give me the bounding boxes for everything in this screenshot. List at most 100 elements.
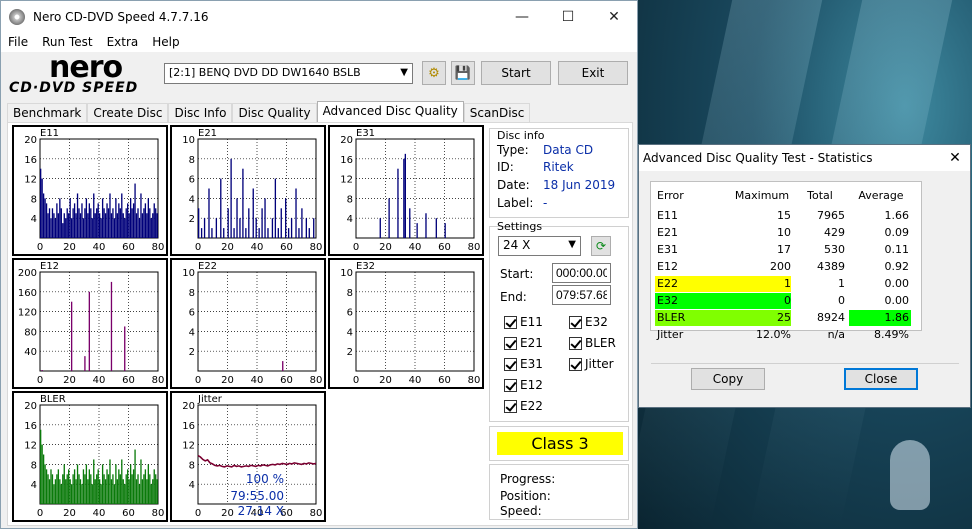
settings-heading: Settings bbox=[497, 220, 543, 233]
nero-logo: nero CD·DVD SPEED bbox=[9, 50, 159, 98]
bar bbox=[82, 218, 85, 238]
x-tick-label: 60 bbox=[122, 375, 135, 386]
menu-help[interactable]: Help bbox=[145, 35, 186, 49]
desktop-figure bbox=[890, 440, 930, 510]
maximize-button[interactable]: ☐ bbox=[545, 1, 591, 32]
bar bbox=[41, 370, 43, 371]
chart-plot: 2 4 6 8 10 0 20 40 60 80 bbox=[182, 135, 323, 253]
y-tick-label: 4 bbox=[189, 194, 195, 205]
y-tick-label: 10 bbox=[182, 135, 195, 146]
refresh-speed-button[interactable]: ⟳ bbox=[591, 236, 611, 256]
bar bbox=[308, 228, 310, 238]
bar bbox=[66, 208, 68, 238]
bar bbox=[76, 464, 79, 504]
bar bbox=[115, 464, 117, 504]
statistics-header-row: Error Maximum Total Average bbox=[651, 188, 913, 204]
bar bbox=[282, 361, 284, 371]
checkbox-jitter[interactable]: Jitter bbox=[569, 357, 614, 371]
bar bbox=[45, 203, 48, 238]
chevron-down-icon: ▼ bbox=[400, 67, 408, 78]
tab-disc-quality[interactable]: Disc Quality bbox=[232, 103, 317, 123]
disc-date-value: 18 Jun 2019 bbox=[543, 178, 616, 192]
checkbox-e11[interactable]: E11 bbox=[504, 315, 543, 329]
start-field[interactable] bbox=[552, 263, 611, 283]
bar bbox=[153, 203, 155, 238]
x-tick-label: 20 bbox=[221, 242, 234, 253]
column-header: Average bbox=[858, 189, 904, 202]
menu-file[interactable]: File bbox=[1, 35, 35, 49]
x-tick-label: 20 bbox=[63, 508, 76, 519]
statistics-row: E22 1 1 0.00 bbox=[651, 276, 913, 292]
bar bbox=[211, 228, 213, 238]
bar bbox=[198, 208, 200, 238]
bar bbox=[66, 474, 68, 504]
y-tick-label: 4 bbox=[347, 214, 353, 225]
bar bbox=[127, 203, 129, 238]
disc-type-label: Type: bbox=[497, 143, 529, 157]
bar bbox=[70, 301, 73, 371]
drive-info-button[interactable]: ⚙ bbox=[422, 61, 446, 85]
statistics-cell-name: E22 bbox=[657, 277, 678, 290]
bar bbox=[50, 218, 52, 238]
start-button[interactable]: Start bbox=[481, 61, 551, 85]
bar bbox=[132, 469, 135, 504]
dialog-close-icon[interactable]: ✕ bbox=[940, 150, 970, 166]
checkbox-e22[interactable]: E22 bbox=[504, 399, 543, 413]
bar bbox=[298, 228, 300, 238]
checkbox-e12[interactable]: E12 bbox=[504, 378, 543, 392]
bar bbox=[223, 228, 225, 238]
checkbox-label: E32 bbox=[585, 315, 608, 329]
copy-button[interactable]: Copy bbox=[691, 368, 765, 390]
statistics-cell-total: 429 bbox=[824, 226, 845, 239]
bar bbox=[295, 188, 297, 238]
drive-select[interactable]: [2:1] BENQ DVD DD DW1640 BSLB ▼ bbox=[164, 63, 413, 84]
minimize-button[interactable]: — bbox=[499, 1, 545, 32]
tab-benchmark[interactable]: Benchmark bbox=[7, 103, 88, 123]
bar bbox=[88, 291, 91, 371]
save-button[interactable]: 💾 bbox=[451, 61, 475, 85]
bar bbox=[100, 484, 102, 504]
bar bbox=[97, 469, 99, 504]
statistics-cell-avg: 0.09 bbox=[884, 226, 910, 239]
tab-disc-info[interactable]: Disc Info bbox=[168, 103, 233, 123]
bar bbox=[280, 208, 282, 238]
refresh-icon: ⟳ bbox=[595, 239, 607, 253]
title-bar: Nero CD-DVD Speed 4.7.7.16 — ☐ ✕ bbox=[1, 1, 637, 32]
bar bbox=[118, 203, 120, 238]
x-tick-label: 20 bbox=[63, 375, 76, 386]
y-tick-label: 8 bbox=[31, 194, 37, 205]
x-tick-label: 80 bbox=[310, 242, 323, 253]
bar bbox=[93, 459, 95, 504]
exit-button[interactable]: Exit bbox=[558, 61, 628, 85]
y-tick-label: 16 bbox=[340, 155, 353, 166]
menu-run-test[interactable]: Run Test bbox=[35, 35, 99, 49]
checkbox-e32[interactable]: E32 bbox=[569, 315, 608, 329]
tab-create-disc[interactable]: Create Disc bbox=[87, 103, 169, 123]
checkbox-e21[interactable]: E21 bbox=[504, 336, 543, 350]
checkbox-bler[interactable]: BLER bbox=[569, 336, 616, 350]
tab-scandisc[interactable]: ScanDisc bbox=[463, 103, 531, 123]
speed-select[interactable]: 24 X ▼ bbox=[498, 236, 581, 256]
y-tick-label: 8 bbox=[347, 194, 353, 205]
bar bbox=[124, 218, 126, 238]
bar bbox=[73, 203, 76, 238]
bar bbox=[76, 193, 79, 238]
close-button[interactable]: ✕ bbox=[591, 1, 637, 32]
bar bbox=[134, 449, 136, 504]
bar bbox=[70, 484, 73, 504]
checkbox-label: E11 bbox=[520, 315, 543, 329]
bar bbox=[388, 198, 390, 238]
x-tick-label: 20 bbox=[63, 242, 76, 253]
disc-label-label: Label: bbox=[497, 196, 534, 210]
dialog-close-button[interactable]: Close bbox=[844, 368, 918, 390]
checkbox-e31[interactable]: E31 bbox=[504, 357, 543, 371]
bar bbox=[94, 479, 96, 504]
end-field[interactable] bbox=[552, 285, 611, 305]
tab-advanced-disc-quality[interactable]: Advanced Disc Quality bbox=[316, 101, 464, 123]
bar bbox=[416, 223, 418, 238]
bar bbox=[81, 203, 83, 238]
menu-extra[interactable]: Extra bbox=[100, 35, 146, 49]
statistics-cell-total: 1 bbox=[838, 277, 845, 290]
main-window: Nero CD-DVD Speed 4.7.7.16 — ☐ ✕ File Ru… bbox=[0, 0, 638, 529]
bar bbox=[53, 213, 55, 238]
